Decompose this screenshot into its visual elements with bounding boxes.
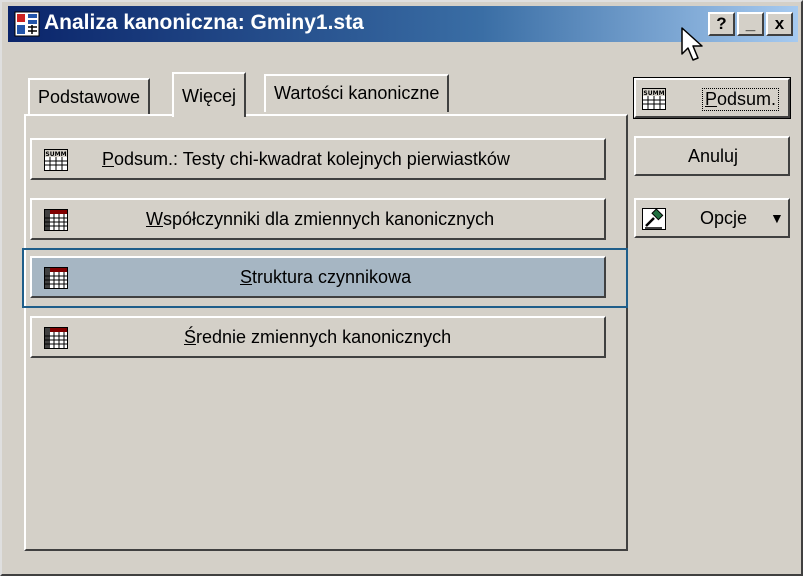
factor-structure-label: Struktura czynnikowa bbox=[240, 267, 412, 287]
mouse-cursor-icon bbox=[681, 27, 703, 61]
spreadsheet-icon bbox=[44, 209, 68, 231]
help-button[interactable]: ? bbox=[708, 12, 735, 36]
factor-structure-button[interactable]: Struktura czynnikowa bbox=[30, 256, 606, 298]
window-title: Analiza kanoniczna: Gminy1.sta bbox=[44, 11, 364, 34]
summary-icon: SUMM bbox=[642, 88, 666, 110]
options-label: Opcje bbox=[700, 208, 748, 228]
canonical-means-label: Średnie zmiennych kanonicznych bbox=[184, 327, 452, 347]
tab-podstawowe[interactable]: Podstawowe bbox=[28, 78, 151, 116]
spreadsheet-icon bbox=[44, 327, 68, 349]
minimize-button[interactable]: _ bbox=[737, 12, 764, 36]
statistica-app-icon bbox=[14, 11, 40, 37]
tab-wartosci-kanoniczne[interactable]: Wartości kanoniczne bbox=[264, 74, 450, 112]
canonical-coefficients-button[interactable]: Współczynniki dla zmiennych kanonicznych bbox=[30, 198, 606, 240]
svg-text:SUMM: SUMM bbox=[45, 151, 66, 158]
summary-chi-square-label: Podsum.: Testy chi-kwadrat kolejnych pie… bbox=[102, 149, 510, 169]
options-button[interactable]: Opcje ▼ bbox=[634, 198, 790, 238]
svg-text:SUMM: SUMM bbox=[643, 90, 664, 97]
spreadsheet-icon bbox=[44, 267, 68, 289]
cancel-button[interactable]: Anuluj bbox=[634, 136, 790, 176]
podsum-button[interactable]: SUMM Podsum. bbox=[633, 77, 791, 119]
gavel-icon bbox=[642, 208, 666, 230]
tab-wiecej[interactable]: Więcej bbox=[172, 72, 247, 117]
summary-chi-square-button[interactable]: SUMM Podsum.: Testy chi-kwadrat kolejnyc… bbox=[30, 138, 606, 180]
canonical-coefficients-label: Współczynniki dla zmiennych kanonicznych bbox=[146, 209, 495, 229]
close-button[interactable]: x bbox=[766, 12, 793, 36]
canonical-means-button[interactable]: Średnie zmiennych kanonicznych bbox=[30, 316, 606, 358]
dialog-window: Analiza kanoniczna: Gminy1.sta ? _ x Pod… bbox=[0, 0, 803, 576]
podsum-label: Podsum. bbox=[702, 88, 780, 111]
summary-icon: SUMM bbox=[44, 149, 68, 171]
cancel-label: Anuluj bbox=[688, 146, 739, 166]
chevron-down-icon: ▼ bbox=[770, 210, 784, 226]
